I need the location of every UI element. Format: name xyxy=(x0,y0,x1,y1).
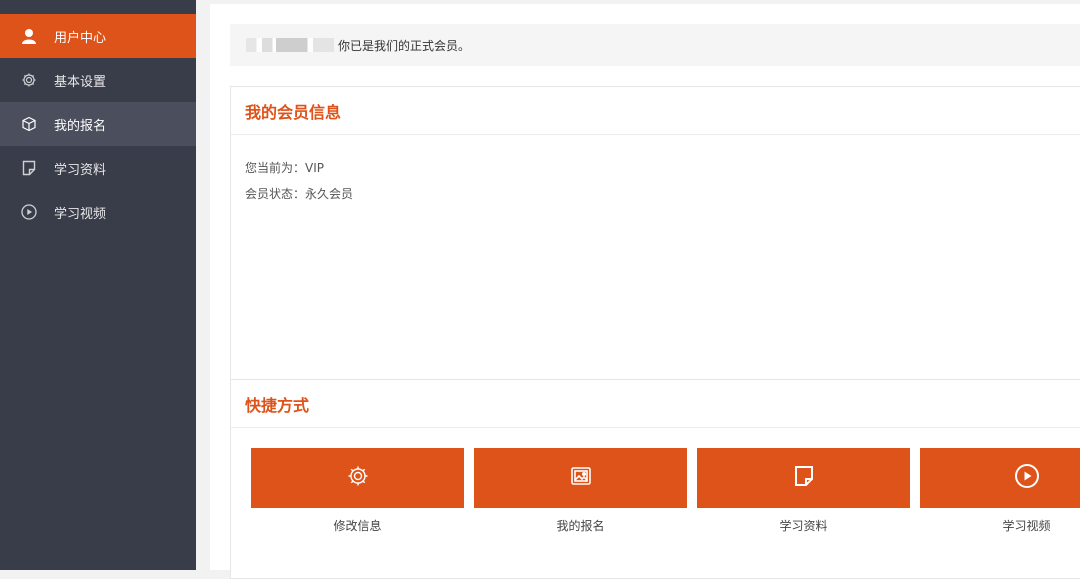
member-status-row: 会员状态：永久会员 xyxy=(245,181,1080,207)
sidebar-item-my-registration[interactable]: 我的报名 xyxy=(0,102,196,146)
shortcut-label: 学习视频 xyxy=(1002,519,1051,533)
current-level-label: 您当前为： xyxy=(245,161,306,175)
membership-title: 我的会员信息 xyxy=(231,87,1080,135)
member-status-label: 会员状态： xyxy=(245,187,306,201)
user-icon xyxy=(20,27,38,45)
shortcuts-grid: 修改信息 我的报名 学习资料 学习视频 xyxy=(251,448,1080,533)
member-notice: 你已是我们的正式会员。 xyxy=(230,24,1080,66)
sidebar-item-label: 学习视频 xyxy=(54,206,107,222)
sidebar-item-label: 我的报名 xyxy=(54,118,107,134)
shortcut-study-materials[interactable]: 学习资料 xyxy=(697,448,910,534)
sidebar-item-label: 学习资料 xyxy=(54,162,107,178)
shortcut-edit-info[interactable]: 修改信息 xyxy=(251,448,464,534)
sidebar: 用户中心 基本设置 我的报名 学习资料 学习视频 xyxy=(0,0,196,570)
notice-message: 你已是我们的正式会员。 xyxy=(338,38,471,53)
gear-icon xyxy=(20,71,38,89)
membership-info: 您当前为：VIP 会员状态：永久会员 xyxy=(231,135,1080,207)
shortcut-my-registration[interactable]: 我的报名 xyxy=(474,448,687,534)
document-icon xyxy=(20,159,38,177)
shortcut-study-videos-button[interactable] xyxy=(920,448,1080,508)
image-icon xyxy=(569,464,593,492)
shortcut-study-materials-button[interactable] xyxy=(697,448,910,508)
current-level-row: 您当前为：VIP xyxy=(245,155,1080,181)
current-level-value: VIP xyxy=(305,161,324,175)
shortcut-edit-info-button[interactable] xyxy=(251,448,464,508)
shortcut-study-videos[interactable]: 学习视频 xyxy=(920,448,1080,534)
gear-icon xyxy=(346,464,370,492)
play-circle-icon xyxy=(20,203,38,221)
member-status-value: 永久会员 xyxy=(305,187,354,201)
shortcut-my-registration-button[interactable] xyxy=(474,448,687,508)
membership-panel: 我的会员信息 您当前为：VIP 会员状态：永久会员 xyxy=(230,86,1080,380)
sidebar-item-study-videos[interactable]: 学习视频 xyxy=(0,190,196,234)
sidebar-item-study-materials[interactable]: 学习资料 xyxy=(0,146,196,190)
shortcuts-title: 快捷方式 xyxy=(231,380,1080,428)
shortcut-label: 学习资料 xyxy=(779,519,828,533)
document-icon xyxy=(792,464,816,492)
sidebar-item-basic-settings[interactable]: 基本设置 xyxy=(0,58,196,102)
cube-icon xyxy=(20,115,38,133)
main-content: 你已是我们的正式会员。 我的会员信息 您当前为：VIP 会员状态：永久会员 快捷… xyxy=(210,4,1080,579)
shortcuts-panel: 快捷方式 修改信息 我的报名 学习资料 学习视频 xyxy=(230,379,1080,579)
play-circle-icon xyxy=(1014,463,1040,493)
sidebar-item-label: 用户中心 xyxy=(54,30,107,46)
sidebar-item-label: 基本设置 xyxy=(54,74,107,90)
sidebar-item-user-center[interactable]: 用户中心 xyxy=(0,14,196,58)
shortcut-label: 修改信息 xyxy=(333,519,382,533)
shortcut-label: 我的报名 xyxy=(556,519,605,533)
username-redacted xyxy=(246,38,334,52)
